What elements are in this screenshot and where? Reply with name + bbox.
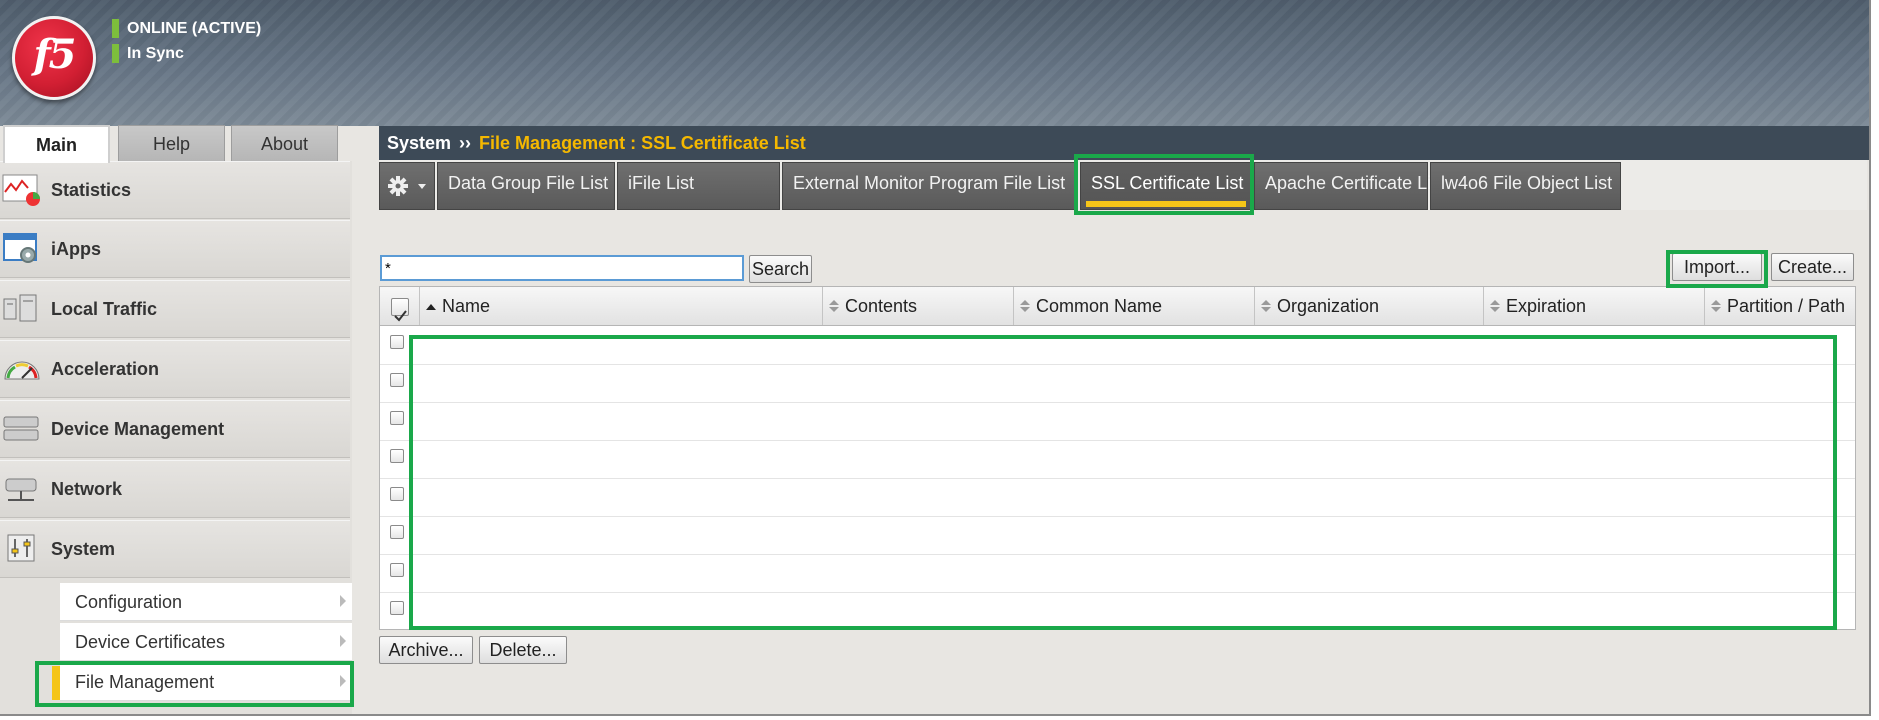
chevron-right-icon: [340, 635, 346, 647]
column-header-label: Expiration: [1506, 296, 1587, 316]
submenu-item-label: Device Certificates: [75, 632, 226, 652]
system-icon: [7, 534, 35, 562]
local-traffic-icon: [3, 294, 37, 322]
chevron-right-icon: [340, 595, 346, 607]
import-button[interactable]: Import...: [1672, 253, 1762, 281]
column-header-label: Name: [442, 296, 491, 316]
sidebar-item-label: Local Traffic: [51, 299, 158, 319]
sidebar-item-label: Device Management: [51, 419, 225, 439]
sidebar-item-label: System: [51, 539, 116, 559]
column-header-name[interactable]: Name: [419, 287, 822, 325]
tab-apache-certificate-list[interactable]: Apache Certificate List: [1254, 162, 1445, 210]
acceleration-icon: [4, 361, 40, 380]
column-header-common-name[interactable]: Common Name: [1013, 287, 1254, 325]
f5-logo: f5: [12, 16, 96, 100]
row-checkbox[interactable]: [390, 411, 404, 425]
status-sync-indicator: [112, 44, 119, 63]
row-checkbox[interactable]: [390, 563, 404, 577]
column-header-label: Common Name: [1036, 296, 1163, 316]
breadcrumb-root[interactable]: System: [387, 133, 451, 153]
column-header-label: Organization: [1277, 296, 1380, 316]
sidebar-item-label: Acceleration: [51, 359, 160, 379]
breadcrumb-current: File Management : SSL Certificate List: [479, 133, 806, 153]
column-header-organization[interactable]: Organization: [1254, 287, 1483, 325]
network-icon: [5, 478, 37, 501]
submenu-configuration[interactable]: Configuration: [60, 583, 352, 621]
tab-external-monitor-program-file-list[interactable]: External Monitor Program File List: [782, 162, 1078, 210]
device-management-icon: [3, 416, 39, 441]
tab-ssl-certificate-list[interactable]: SSL Certificate List: [1080, 162, 1252, 210]
settings-menu-button[interactable]: [379, 162, 435, 210]
chevron-right-icon: [340, 675, 346, 687]
tab-strip: Data Group File List iFile List External…: [379, 160, 1867, 210]
table-row[interactable]: [380, 592, 1855, 630]
status-online-indicator: [112, 19, 119, 38]
submenu-item-label: Configuration: [75, 592, 183, 612]
sidebar-item-iapps[interactable]: iApps: [0, 220, 350, 278]
status-sync: In Sync: [112, 44, 184, 64]
sidebar-item-label: Network: [51, 479, 123, 499]
breadcrumb: System ›› File Management : SSL Certificat…: [379, 126, 1869, 160]
submenu-item-label: File Management: [75, 672, 215, 692]
table-row[interactable]: [380, 402, 1855, 441]
statistics-icon: [2, 174, 40, 206]
app-window: f5 ONLINE (ACTIVE) In Sync Main Help Abo…: [0, 0, 1871, 716]
search-input[interactable]: [380, 255, 744, 281]
column-header-label: Contents: [845, 296, 918, 316]
status-online-text: ONLINE (ACTIVE): [127, 20, 262, 37]
header-banner: f5 ONLINE (ACTIVE) In Sync: [0, 0, 1869, 126]
row-checkbox[interactable]: [390, 487, 404, 501]
sidebar-item-label: iApps: [51, 239, 102, 259]
checkmark-icon: [394, 310, 407, 322]
row-checkbox[interactable]: [390, 373, 404, 387]
breadcrumb-separator: ››: [459, 133, 472, 153]
table-row[interactable]: [380, 478, 1855, 517]
iapps-icon: [3, 233, 37, 263]
row-checkbox[interactable]: [390, 449, 404, 463]
table-row[interactable]: [380, 440, 1855, 479]
delete-button[interactable]: Delete...: [479, 636, 567, 664]
logo-text: f5: [33, 31, 76, 78]
submenu-file-management[interactable]: File Management: [52, 663, 352, 701]
table-header: Name Contents Common Name Organization E…: [380, 287, 1855, 326]
table-row[interactable]: [380, 364, 1855, 403]
chevron-down-icon: [418, 184, 426, 189]
row-checkbox[interactable]: [390, 601, 404, 615]
sidebar-item-statistics[interactable]: Statistics: [0, 161, 350, 219]
sidebar: Statistics iApps Local Traffic Accelerat…: [0, 161, 352, 714]
table-row[interactable]: [380, 326, 1855, 365]
status-online: ONLINE (ACTIVE): [112, 19, 261, 39]
status-sync-text: In Sync: [127, 45, 184, 62]
sidebar-item-network[interactable]: Network: [0, 460, 350, 518]
table-row[interactable]: [380, 516, 1855, 555]
tab-ifile-list[interactable]: iFile List: [617, 162, 780, 210]
column-header-expiration[interactable]: Expiration: [1483, 287, 1704, 325]
sidebar-item-device-management[interactable]: Device Management: [0, 400, 350, 458]
tab-main[interactable]: Main: [3, 125, 110, 163]
gear-icon: [388, 176, 426, 196]
select-all-cell: [380, 287, 419, 325]
search-button[interactable]: Search: [749, 255, 812, 283]
sidebar-item-system[interactable]: System: [0, 520, 350, 578]
sidebar-item-local-traffic[interactable]: Local Traffic: [0, 280, 350, 338]
tab-data-group-file-list[interactable]: Data Group File List: [437, 162, 615, 210]
archive-button[interactable]: Archive...: [379, 636, 473, 664]
row-checkbox[interactable]: [390, 525, 404, 539]
row-checkbox[interactable]: [390, 335, 404, 349]
sidebar-item-acceleration[interactable]: Acceleration: [0, 340, 350, 398]
tab-lw4o6-file-object-list[interactable]: lw4o6 File Object List: [1430, 162, 1621, 210]
submenu-device-certificates[interactable]: Device Certificates: [60, 623, 352, 661]
create-button[interactable]: Create...: [1771, 253, 1854, 281]
tab-about[interactable]: About: [231, 125, 338, 161]
certificate-table: Name Contents Common Name Organization E…: [379, 286, 1856, 630]
sidebar-item-label: Statistics: [51, 180, 132, 200]
table-row[interactable]: [380, 554, 1855, 593]
select-all-checkbox[interactable]: [391, 298, 409, 322]
tab-help[interactable]: Help: [118, 125, 225, 161]
column-header-label: Partition / Path: [1727, 296, 1846, 316]
column-header-contents[interactable]: Contents: [822, 287, 1013, 325]
column-header-partition-path[interactable]: Partition / Path: [1704, 287, 1855, 325]
